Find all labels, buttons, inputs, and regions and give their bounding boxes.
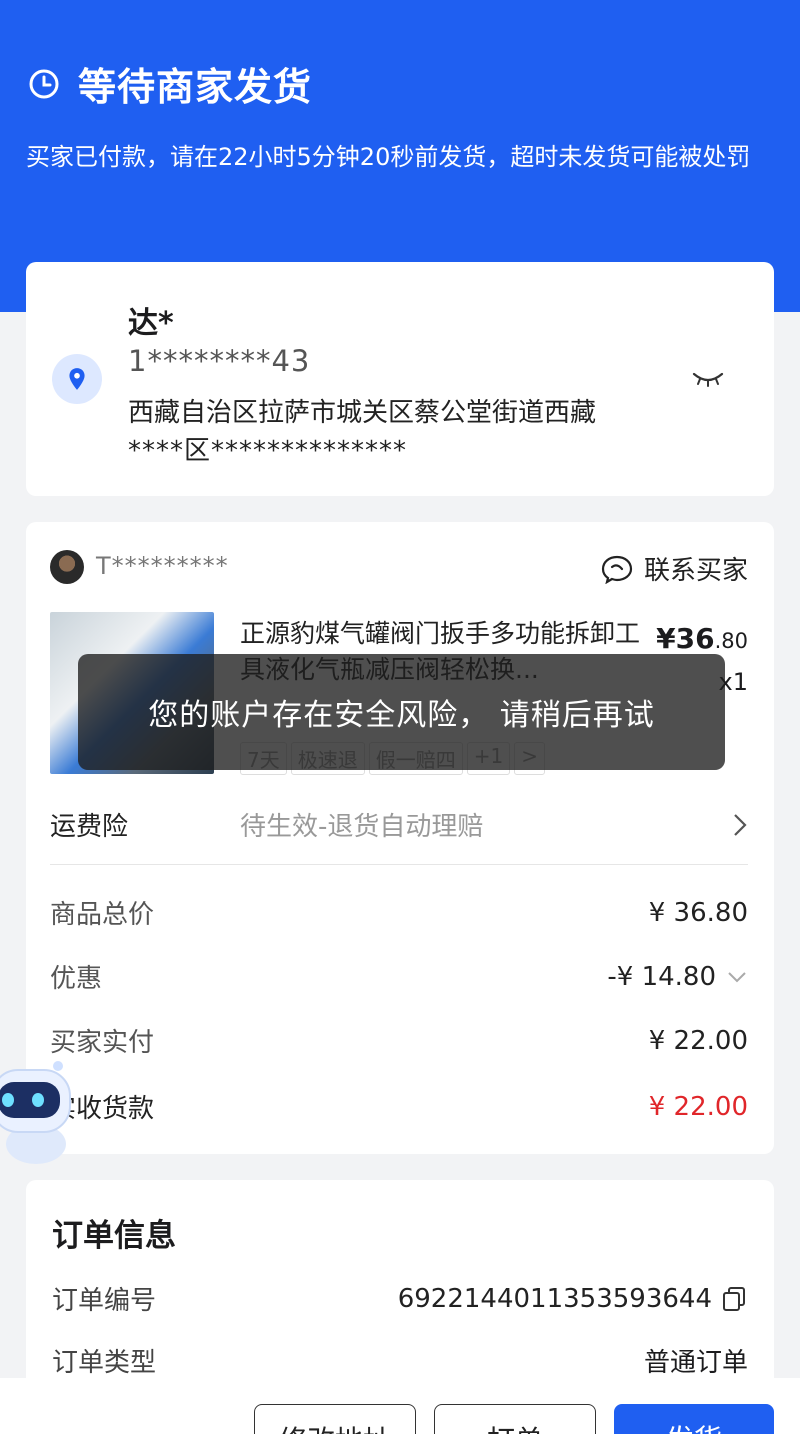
ship-button[interactable]: 发货 (614, 1404, 774, 1434)
modify-address-button[interactable]: 修改地址 (254, 1404, 416, 1434)
discount-label: 优惠 (50, 964, 103, 994)
avatar (50, 550, 84, 584)
buyer-name: T********* (96, 552, 229, 580)
assistant-robot-icon[interactable] (0, 1060, 74, 1168)
contact-buyer-label: 联系买家 (643, 556, 748, 586)
status-title: 等待商家发货 (78, 65, 313, 109)
address-card[interactable]: 达* 1********43 西藏自治区拉萨市城关区蔡公堂街道西藏 ****区*… (26, 262, 774, 496)
divider (50, 864, 748, 865)
price-integer: ¥36 (656, 622, 715, 655)
price-decimal: .80 (714, 629, 748, 653)
location-pin-icon (52, 354, 102, 404)
contact-buyer-button[interactable]: 联系买家 (600, 550, 748, 587)
received-amount-row: 实收货款 ¥ 22.00 (50, 1088, 748, 1125)
order-number-row: 订单编号 6922144011353593644 (52, 1280, 748, 1317)
toast-message: 您的账户存在安全风险， 请稍后再试 (78, 654, 725, 770)
clock-icon (29, 69, 59, 98)
order-number: 6922144011353593644 (398, 1284, 748, 1314)
discount-value: -¥ 14.80 (607, 961, 716, 992)
chevron-right-icon (734, 813, 747, 836)
order-number-label: 订单编号 (52, 1286, 157, 1316)
order-card: T********* 联系买家 正源豹煤气罐阀门扳手多功能拆卸工具液化气瓶减压阀… (26, 522, 774, 1154)
total-price-row: 商品总价 ¥ 36.80 (50, 894, 748, 931)
order-type-value: 普通订单 (643, 1348, 748, 1378)
buyer-paid-value: ¥ 22.00 (648, 1025, 748, 1056)
total-price-label: 商品总价 (50, 900, 155, 930)
shipping-insurance-label: 运费险 (50, 812, 129, 842)
chevron-down-icon (728, 971, 746, 982)
status-title-row: 等待商家发货 (28, 56, 312, 111)
address-line-1: 西藏自治区拉萨市城关区蔡公堂街道西藏 (128, 398, 597, 428)
product-price: ¥36.80 (656, 622, 748, 655)
bottom-action-bar: 修改地址 打单 发货 (0, 1378, 800, 1434)
buyer-paid-row: 买家实付 ¥ 22.00 (50, 1022, 748, 1059)
order-info-title: 订单信息 (52, 1218, 176, 1254)
shipping-insurance-status: 待生效-退货自动理赔 (240, 812, 484, 842)
order-type-label: 订单类型 (52, 1348, 157, 1378)
total-price-value: ¥ 36.80 (648, 897, 748, 928)
recipient-name: 达* (128, 306, 174, 341)
recipient-phone: 1********43 (128, 344, 311, 378)
order-type-row: 订单类型 普通订单 (52, 1342, 748, 1379)
address-line-2: ****区************** (128, 436, 408, 466)
discount-row[interactable]: 优惠 -¥ 14.80 (50, 958, 748, 995)
received-amount-value: ¥ 22.00 (648, 1091, 748, 1122)
copy-icon[interactable] (720, 1285, 748, 1313)
eye-closed-icon[interactable] (692, 370, 724, 390)
buyer-paid-label: 买家实付 (50, 1028, 155, 1058)
order-number-value: 6922144011353593644 (397, 1283, 712, 1314)
chat-icon (601, 555, 633, 584)
discount-value-wrap: -¥ 14.80 (607, 962, 748, 992)
print-order-button[interactable]: 打单 (434, 1404, 596, 1434)
status-description: 买家已付款，请在22小时5分钟20秒前发货，超时未发货可能被处罚 (26, 143, 751, 171)
